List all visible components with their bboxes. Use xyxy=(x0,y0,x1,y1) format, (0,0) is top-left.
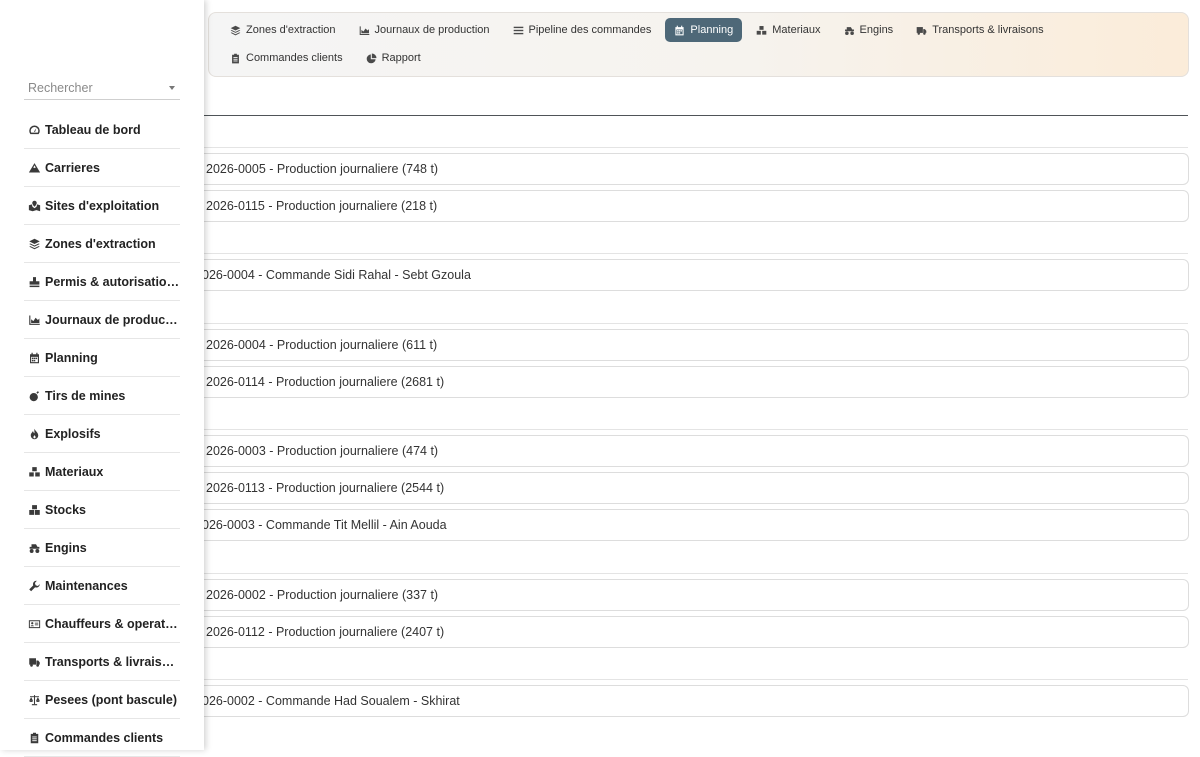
day-divider xyxy=(204,147,1188,148)
planning-event[interactable]: 2026-0112 - Production journaliere (2407… xyxy=(150,616,1189,648)
sidebar-item-materiaux[interactable]: Materiaux xyxy=(24,453,180,491)
sidebar-item-chauffeurs-operateurs[interactable]: Chauffeurs & operateurs xyxy=(24,605,180,643)
tab-engins[interactable]: Engins xyxy=(835,18,903,42)
list-header-divider xyxy=(204,115,1188,116)
bomb-icon xyxy=(29,390,39,401)
boxes-icon xyxy=(29,504,40,515)
planning-event[interactable]: 2026-0114 - Production journaliere (2681… xyxy=(150,366,1189,398)
clipboard-icon xyxy=(30,732,39,743)
sidebar-item-explosifs[interactable]: Explosifs xyxy=(24,415,180,453)
chart-area-icon xyxy=(29,315,40,325)
sidebar-item-maintenances[interactable]: Maintenances xyxy=(24,567,180,605)
sidebar-item-carrieres[interactable]: Carrieres xyxy=(24,149,180,187)
planning-event[interactable]: 026-0004 - Commande Sidi Rahal - Sebt Gz… xyxy=(150,259,1189,291)
sidebar-item-planning[interactable]: Planning xyxy=(24,339,180,377)
cubes-icon xyxy=(756,25,767,35)
layers-icon xyxy=(230,25,241,35)
mountain-icon xyxy=(28,162,41,172)
calendar-icon xyxy=(30,352,39,363)
cubes-icon xyxy=(29,466,40,476)
calendar-icon xyxy=(675,25,685,35)
planning-event[interactable]: 026-0003 - Commande Tit Mellil - Ain Aou… xyxy=(150,509,1189,541)
pie-chart-icon xyxy=(366,53,377,63)
tab-commandes-clients[interactable]: Commandes clients xyxy=(221,46,352,70)
day-divider xyxy=(204,429,1188,430)
tab-zones-extraction[interactable]: Zones d'extraction xyxy=(221,18,345,42)
planning-event[interactable]: 2026-0005 - Production journaliere (748 … xyxy=(150,153,1189,185)
chart-area-icon xyxy=(359,25,369,35)
top-navigation: Zones d'extraction Journaux de productio… xyxy=(208,12,1189,77)
day-divider xyxy=(204,679,1188,680)
gauge-icon xyxy=(29,125,40,134)
wrench-icon xyxy=(29,580,40,591)
planning-event[interactable]: 026-0002 - Commande Had Soualem - Skhira… xyxy=(150,685,1189,717)
sidebar-item-pesees-pont-bascule[interactable]: Pesees (pont bascule) xyxy=(24,681,180,719)
tab-planning[interactable]: Planning xyxy=(665,18,743,42)
planning-event[interactable]: 2026-0115 - Production journaliere (218 … xyxy=(150,190,1189,222)
sidebar-item-commandes-clients[interactable]: Commandes clients xyxy=(24,719,180,757)
sidebar-item-tirs-de-mines[interactable]: Tirs de mines xyxy=(24,377,180,415)
sidebar-item-transports-livraisons[interactable]: Transports & livraisons xyxy=(24,643,180,681)
day-divider xyxy=(204,323,1188,324)
tab-rapport[interactable]: Rapport xyxy=(357,46,430,70)
scale-icon xyxy=(29,694,40,705)
sidebar-item-stocks[interactable]: Stocks xyxy=(24,491,180,529)
day-divider xyxy=(204,573,1188,574)
sidebar: Rechercher Tableau de bord Carrieres Sit… xyxy=(0,0,204,757)
clipboard-icon xyxy=(232,53,239,63)
sidebar-item-journaux-production[interactable]: Journaux de production xyxy=(24,301,180,339)
truck-icon xyxy=(916,26,927,35)
day-divider xyxy=(204,253,1188,254)
sidebar-item-zones-extraction[interactable]: Zones d'extraction xyxy=(24,225,180,263)
tab-materiaux[interactable]: Materiaux xyxy=(747,18,829,42)
tab-journaux-production[interactable]: Journaux de production xyxy=(350,18,499,42)
sidebar-menu: Tableau de bord Carrieres Sites d'exploi… xyxy=(24,111,180,757)
bars-icon xyxy=(513,26,523,34)
tab-transports-livraisons[interactable]: Transports & livraisons xyxy=(907,18,1052,42)
planning-event[interactable]: 2026-0113 - Production journaliere (2544… xyxy=(150,472,1189,504)
search-select[interactable]: Rechercher xyxy=(24,77,180,100)
id-card-icon xyxy=(28,619,41,628)
tab-pipeline-commandes[interactable]: Pipeline des commandes xyxy=(504,18,661,42)
truck-monster-icon xyxy=(29,543,40,553)
truck-icon xyxy=(29,657,40,667)
sidebar-item-engins[interactable]: Engins xyxy=(24,529,180,567)
search-placeholder: Rechercher xyxy=(28,81,93,95)
planning-event[interactable]: 2026-0003 - Production journaliere (474 … xyxy=(150,435,1189,467)
planning-event[interactable]: 2026-0002 - Production journaliere (337 … xyxy=(150,579,1189,611)
sidebar-item-tableau-de-bord[interactable]: Tableau de bord xyxy=(24,111,180,149)
stamp-icon xyxy=(29,276,40,287)
fire-icon xyxy=(30,428,39,439)
map-icon xyxy=(28,200,41,211)
truck-monster-icon xyxy=(844,26,854,35)
planning-event[interactable]: 2026-0004 - Production journaliere (611 … xyxy=(150,329,1189,361)
chevron-down-icon xyxy=(169,86,175,90)
sidebar-item-sites-exploitation[interactable]: Sites d'exploitation xyxy=(24,187,180,225)
layers-icon xyxy=(29,238,40,249)
sidebar-item-permis-autorisations[interactable]: Permis & autorisations xyxy=(24,263,180,301)
